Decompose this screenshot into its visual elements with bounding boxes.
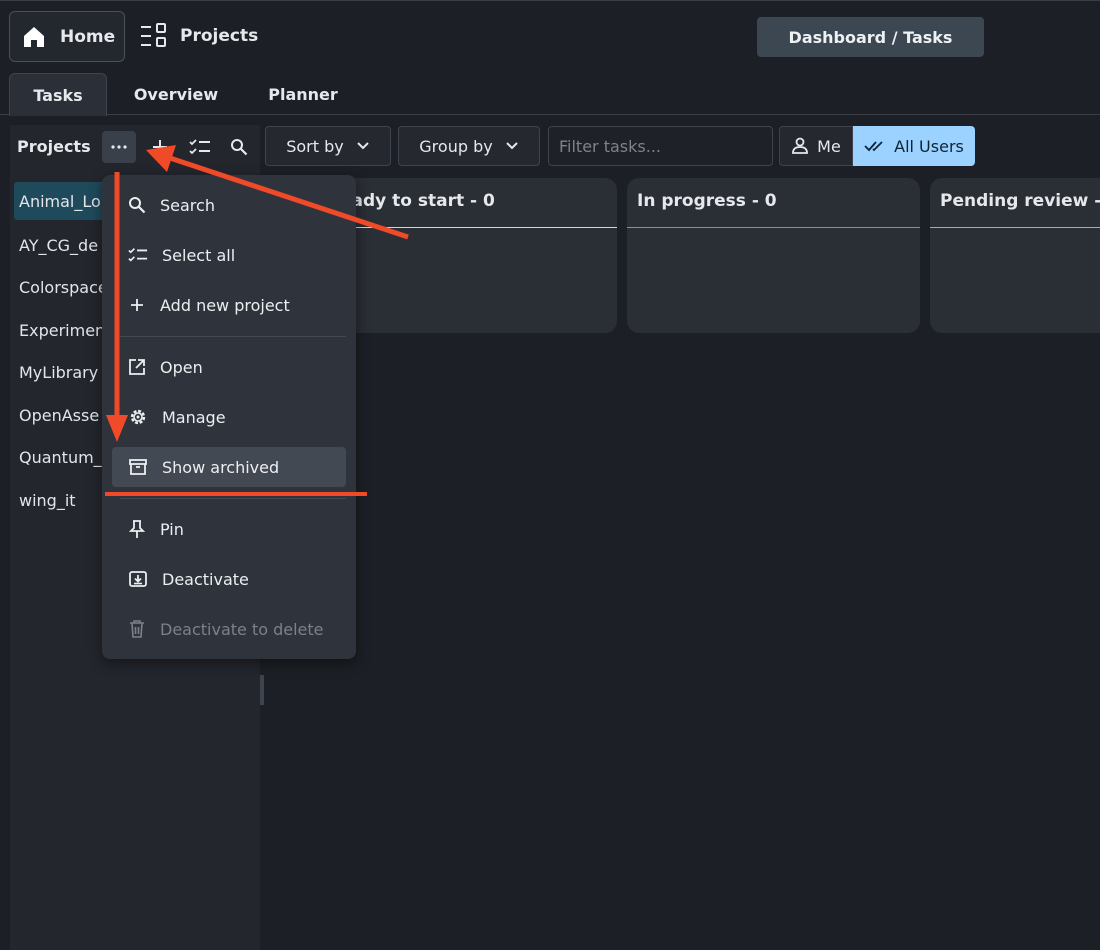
all-users-filter-button[interactable]: All Users (853, 126, 975, 166)
sort-by-dropdown[interactable]: Sort by (265, 126, 391, 166)
menu-item-deactivate[interactable]: Deactivate (112, 559, 346, 599)
archive-icon (128, 457, 148, 477)
select-all-button[interactable] (183, 131, 217, 163)
menu-item-label: Manage (162, 407, 226, 427)
project-item-label: Animal_Lo (19, 191, 101, 211)
tab-overview-label: Overview (133, 85, 219, 104)
column-title: In progress - 0 (637, 191, 777, 211)
pin-icon (128, 519, 146, 539)
menu-item-label: Add new project (160, 295, 290, 315)
menu-item-label: Select all (162, 245, 236, 265)
breadcrumb[interactable]: Dashboard / Tasks (757, 17, 984, 57)
menu-item-label: Open (160, 357, 203, 377)
project-item-label: Quantum_ (19, 448, 102, 468)
search-projects-button[interactable] (222, 131, 256, 163)
filter-tasks-input[interactable] (548, 126, 773, 166)
tab-planner-label: Planner (268, 85, 338, 104)
column-title: Pending review - (940, 191, 1100, 211)
sort-by-label: Sort by (286, 136, 344, 156)
menu-item-open[interactable]: Open (112, 347, 346, 387)
menu-item-select-all[interactable]: Select all (112, 235, 346, 275)
menu-item-label: Deactivate (162, 569, 249, 589)
column-divider (325, 227, 617, 228)
chevron-down-icon (356, 141, 370, 151)
sidebar-resize-handle[interactable] (260, 675, 264, 705)
sidebar-title: Projects (17, 137, 91, 156)
column-title: eady to start - 0 (340, 191, 495, 211)
search-icon (128, 196, 146, 214)
column-pending-review: Pending review - (930, 178, 1100, 333)
projects-label: Projects (180, 26, 259, 46)
deactivate-icon (128, 569, 148, 589)
menu-item-pin[interactable]: Pin (112, 509, 346, 549)
breadcrumb-label: Dashboard / Tasks (788, 27, 953, 47)
projects-button[interactable]: Projects (140, 15, 258, 57)
tab-overview[interactable]: Overview (120, 73, 232, 116)
menu-item-label: Show archived (162, 457, 280, 477)
group-by-label: Group by (419, 136, 493, 156)
checklist-icon (128, 246, 148, 264)
menu-separator (120, 498, 346, 499)
project-item-label: MyLibrary (19, 363, 99, 383)
project-options-menu: Search Select all Add new project Open M… (102, 175, 356, 659)
tab-planner[interactable]: Planner (254, 73, 352, 116)
search-icon (230, 138, 248, 156)
home-icon (22, 25, 46, 49)
add-project-button[interactable] (143, 131, 177, 163)
projects-icon (140, 23, 168, 49)
person-icon (791, 137, 809, 155)
sidebar-header: Projects (10, 125, 260, 170)
column-divider (930, 227, 1100, 228)
plus-icon (128, 296, 146, 314)
menu-item-search[interactable]: Search (112, 185, 346, 225)
project-item-label: wing_it (19, 490, 76, 510)
column-divider (627, 227, 920, 228)
menu-item-add-new-project[interactable]: Add new project (112, 285, 346, 325)
plus-icon (152, 139, 168, 155)
tab-tasks-label: Tasks (33, 85, 83, 105)
menu-separator (120, 336, 346, 337)
menu-item-show-archived[interactable]: Show archived (112, 447, 346, 487)
project-item-label: Colorspace (19, 278, 108, 298)
me-filter-button[interactable]: Me (779, 126, 853, 166)
menu-item-label: Search (160, 195, 215, 215)
open-external-icon (128, 358, 146, 376)
checklist-icon (189, 138, 211, 156)
tab-tasks[interactable]: Tasks (9, 73, 107, 116)
trash-icon (128, 619, 146, 639)
project-item-label: Experimen (19, 320, 106, 340)
menu-item-deactivate-to-delete: Deactivate to delete (112, 609, 346, 649)
me-label: Me (817, 136, 841, 156)
menu-item-label: Deactivate to delete (160, 619, 324, 639)
more-options-button[interactable] (102, 131, 136, 163)
gear-icon (128, 407, 148, 427)
column-in-progress: In progress - 0 (627, 178, 920, 333)
home-button[interactable]: Home (9, 11, 125, 62)
group-by-dropdown[interactable]: Group by (398, 126, 540, 166)
tab-bar: Tasks Overview Planner (0, 70, 1100, 116)
chevron-down-icon (505, 141, 519, 151)
double-check-icon (864, 139, 886, 153)
project-item-label: OpenAsse (19, 405, 100, 425)
project-item-label: AY_CG_de (19, 235, 99, 255)
home-label: Home (60, 26, 116, 47)
menu-item-manage[interactable]: Manage (112, 397, 346, 437)
more-icon (110, 144, 128, 150)
top-bar: Home Projects Dashboard / Tasks (0, 0, 1100, 70)
all-users-label: All Users (894, 136, 964, 156)
menu-item-label: Pin (160, 519, 184, 539)
column-ready-to-start: eady to start - 0 (325, 178, 617, 333)
